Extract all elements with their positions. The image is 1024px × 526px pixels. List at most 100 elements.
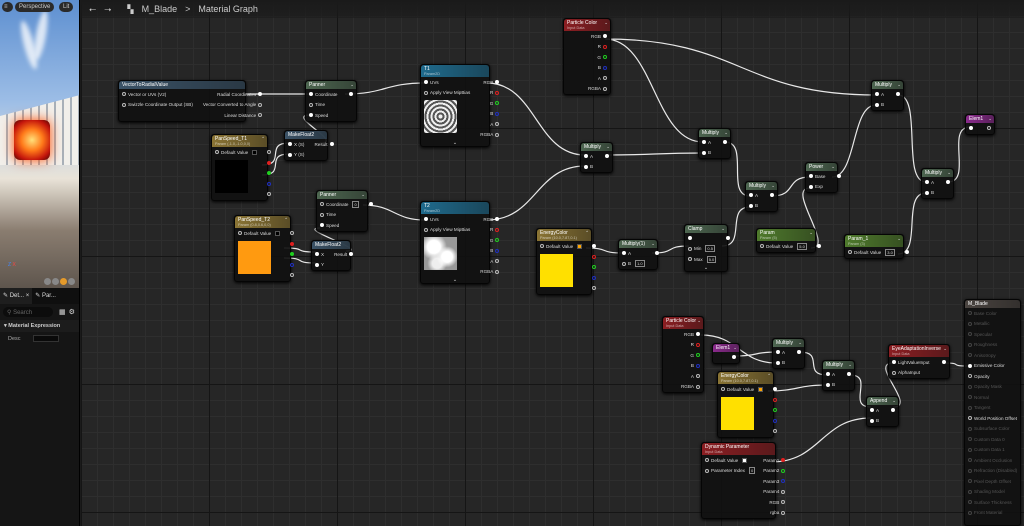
pin-icon[interactable] — [584, 154, 588, 158]
pin-icon[interactable] — [946, 180, 950, 184]
pin-icon[interactable] — [369, 202, 373, 206]
input-pin-row[interactable]: Y — [312, 260, 329, 271]
close-icon[interactable]: × — [26, 293, 30, 299]
node-header[interactable]: Elem1⌄ — [713, 344, 739, 352]
lit-button[interactable]: Lit — [59, 2, 73, 12]
pin-icon[interactable] — [968, 490, 972, 494]
collapse-chevron-icon[interactable]: ⌄ — [988, 116, 992, 122]
input-pin-row[interactable]: UVs — [421, 214, 475, 225]
collapse-chevron-icon[interactable]: ⌄ — [361, 192, 365, 198]
pin-icon[interactable] — [592, 265, 596, 269]
collapse-chevron-icon[interactable]: ⌄ — [724, 130, 728, 136]
input-pin-row[interactable]: Coordinate0 — [317, 199, 362, 210]
node-mulF[interactable]: Multiply⌄AB — [772, 338, 805, 369]
node-pc1[interactable]: Particle ColorInput Data⌄RGBRGBARGBA — [563, 18, 611, 95]
output-pin-row[interactable]: G — [475, 235, 502, 246]
node-ps2[interactable]: PanSpeed_T2Param (0.8,0.6,0,0)⌃Default V… — [234, 215, 291, 282]
output-pin-row[interactable]: R — [676, 340, 703, 351]
node-dyn[interactable]: Dynamic ParameterInput DataDefault Value… — [701, 442, 776, 519]
node-elem1a[interactable]: Elem1⌄ — [965, 114, 995, 135]
pin-icon[interactable] — [258, 92, 262, 96]
input-pin-row[interactable]: Refraction (Disabled) — [965, 466, 1022, 477]
pin-icon[interactable] — [968, 385, 972, 389]
collapse-chevron-icon[interactable]: ⌄ — [947, 170, 951, 176]
pin-icon[interactable] — [122, 103, 126, 107]
expand-chevron-icon[interactable]: ⌄ — [421, 140, 489, 146]
collapse-chevron-icon[interactable]: ⌄ — [831, 164, 835, 170]
pin-icon[interactable] — [495, 249, 499, 253]
node-header[interactable]: VectorToRadialValue — [119, 81, 245, 89]
input-pin-row[interactable]: B — [581, 162, 598, 173]
node-header[interactable]: Multiply⌄ — [699, 129, 730, 137]
sphere-icon[interactable] — [52, 278, 59, 285]
input-pin-row[interactable]: Default Value — [718, 384, 766, 395]
pin-icon[interactable] — [495, 133, 499, 137]
node-header[interactable]: Particle ColorInput Data⌄ — [663, 317, 703, 329]
input-pin-row[interactable]: Normal — [965, 392, 1022, 403]
arrow-left-icon[interactable]: ⭠ — [89, 4, 96, 15]
breadcrumb-graph[interactable]: Material Graph — [198, 4, 258, 14]
node-header[interactable]: Power⌄ — [806, 163, 837, 171]
gear-icon[interactable]: ⚙ — [69, 308, 75, 316]
pin-icon[interactable] — [749, 204, 753, 208]
pin-icon[interactable] — [781, 490, 785, 494]
breadcrumb-asset[interactable]: M_Blade — [142, 4, 178, 14]
output-pin-row[interactable]: A — [676, 371, 703, 382]
pin-icon[interactable] — [837, 174, 841, 178]
perspective-button[interactable]: Perspective — [15, 2, 54, 12]
node-header[interactable]: Clamp⌄ — [685, 225, 727, 233]
collapse-chevron-icon[interactable]: ⌄ — [848, 362, 852, 368]
collapse-chevron-icon[interactable]: ⌄ — [892, 398, 896, 404]
node-mulC[interactable]: Multiply⌄AB — [745, 181, 778, 212]
input-pin-row[interactable]: Swizzle Coordinate Output (SB) — [119, 100, 198, 111]
cube-icon[interactable] — [68, 278, 75, 285]
output-pin-row[interactable]: RGB — [758, 497, 788, 508]
collapse-chevron-icon[interactable]: ⌄ — [733, 345, 737, 351]
pin-icon[interactable] — [622, 251, 626, 255]
pin-icon[interactable] — [696, 332, 700, 336]
node-pc2[interactable]: Particle ColorInput Data⌄RGBRGBARGBA — [662, 316, 704, 393]
pin-icon[interactable] — [702, 151, 706, 155]
input-pin-row[interactable]: Metallic — [965, 319, 1022, 330]
pin-icon[interactable] — [968, 332, 972, 336]
output-pin-row[interactable]: G — [676, 350, 703, 361]
node-ps1[interactable]: PanSpeed_T1Param (-1.0,-1.0,0,0)⌃Default… — [211, 134, 268, 201]
pin-icon[interactable] — [968, 322, 972, 326]
collapse-chevron-icon[interactable]: ⌄ — [897, 82, 901, 88]
pin-icon[interactable] — [258, 113, 262, 117]
value-input[interactable]: 5.0 — [707, 256, 717, 263]
node-mulB[interactable]: Multiply⌄AB — [698, 128, 731, 159]
pin-icon[interactable] — [781, 500, 785, 504]
output-pin-row[interactable]: B — [475, 246, 502, 257]
input-pin-row[interactable]: Front Material — [965, 508, 1022, 519]
node-header[interactable]: T2Param2D — [421, 202, 489, 214]
input-pin-row[interactable]: Base Color — [965, 308, 1022, 319]
pin-icon[interactable] — [584, 165, 588, 169]
input-pin-row[interactable]: B1.0 — [619, 259, 648, 270]
collapse-chevron-icon[interactable]: ⌄ — [771, 183, 775, 189]
collapse-chevron-icon[interactable]: ⌄ — [350, 82, 354, 88]
input-pin-row[interactable]: B — [699, 148, 716, 159]
pin-icon[interactable] — [968, 374, 972, 378]
output-pin-row[interactable] — [830, 171, 844, 182]
output-pin-row[interactable] — [260, 168, 274, 179]
output-pin-row[interactable] — [889, 89, 903, 100]
pin-icon[interactable] — [495, 238, 499, 242]
collapse-chevron-icon[interactable]: ⌃ — [284, 217, 288, 223]
pin-icon[interactable] — [267, 150, 271, 154]
output-pin-row[interactable] — [725, 352, 739, 363]
input-pin-row[interactable]: A — [872, 89, 889, 100]
input-pin-row[interactable] — [685, 233, 719, 244]
input-pin-row[interactable]: A — [746, 190, 763, 201]
viewport-menu-button[interactable]: ≡ — [2, 2, 13, 12]
input-pin-row[interactable]: Opacity Mask — [965, 382, 1022, 393]
value-input[interactable]: 0 — [749, 467, 755, 474]
input-pin-row[interactable] — [966, 123, 980, 134]
input-pin-row[interactable]: Min0.5 — [685, 244, 719, 255]
output-pin-row[interactable] — [648, 248, 662, 259]
output-pin-row[interactable]: RGBA — [475, 130, 502, 141]
expand-chevron-icon[interactable]: ⌄ — [421, 277, 489, 283]
node-t2[interactable]: T2Param2DUVsApply View MipBiasRGBRGBARGB… — [420, 201, 490, 284]
output-pin-row[interactable] — [719, 233, 733, 244]
pin-icon[interactable] — [267, 171, 271, 175]
